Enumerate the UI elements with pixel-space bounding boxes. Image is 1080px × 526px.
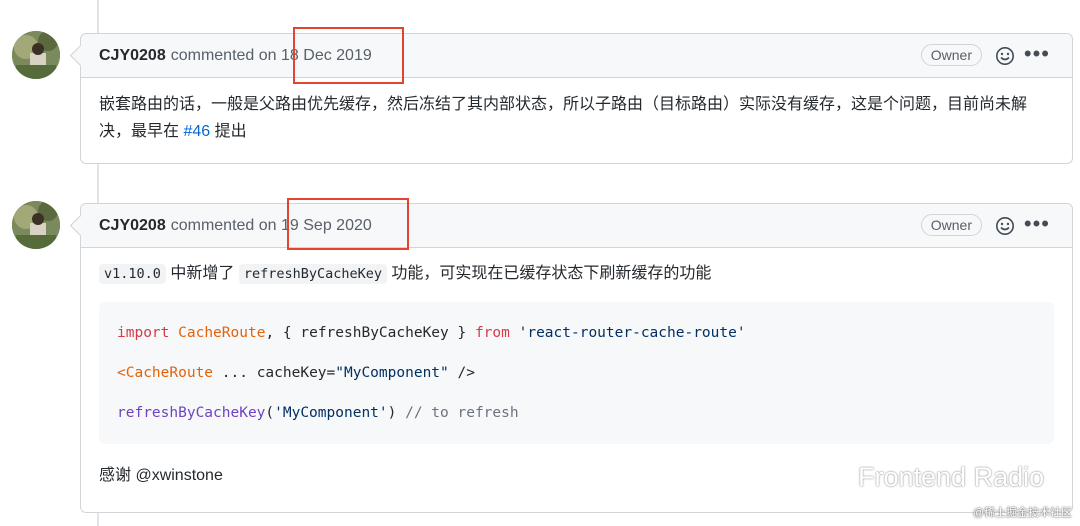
comment-body: 嵌套路由的话，一般是父路由优先缓存，然后冻结了其内部状态，所以子路由（目标路由）… [81,78,1072,161]
release-note: v1.10.0 中新增了 refreshByCacheKey 功能，可实现在已缓… [99,260,1054,288]
watermark: Frontend Radio [818,462,1044,493]
comment-author[interactable]: CJY0208 [99,47,166,65]
smiley-icon[interactable] [995,46,1015,66]
comment-author[interactable]: CJY0208 [99,217,166,235]
watermark-sub: @稀土掘金技术社区 [972,507,1072,519]
comment-header: CJY0208 commented on 19 Sep 2020 Owner •… [81,204,1072,248]
avatar[interactable] [12,31,60,79]
version-code: v1.10.0 [99,264,166,284]
feature-code: refreshByCacheKey [238,264,387,284]
comment-header: CJY0208 commented on 18 Dec 2019 Owner •… [81,34,1072,78]
owner-badge: Owner [920,44,982,66]
wechat-icon [819,465,851,489]
code-line: <CacheRoute ... cacheKey="MyComponent" /… [117,365,475,381]
comment-date[interactable]: 19 Sep 2020 [281,217,372,235]
more-options-icon[interactable]: ••• [1024,43,1050,65]
comment-action: commented on [170,46,277,64]
code-line: import CacheRoute, { refreshByCacheKey }… [117,325,746,341]
release-text: 中新增了 [165,265,239,282]
code-block[interactable]: import CacheRoute, { refreshByCacheKey }… [99,302,1054,444]
comment-date[interactable]: 18 Dec 2019 [281,47,372,65]
owner-badge: Owner [920,214,982,236]
comment-text-end: 提出 [210,123,247,140]
issue-link[interactable]: #46 [183,123,210,140]
comment-card: CJY0208 commented on 18 Dec 2019 Owner •… [80,27,1073,164]
release-text-end: 功能，可实现在已缓存状态下刷新缓存的功能 [386,265,712,282]
comment-action: commented on [170,216,277,234]
watermark-text: Frontend Radio [858,462,1045,492]
smiley-icon[interactable] [995,216,1015,236]
code-line: refreshByCacheKey('MyComponent') // to r… [117,405,519,421]
avatar[interactable] [12,201,60,249]
more-options-icon[interactable]: ••• [1024,213,1050,235]
